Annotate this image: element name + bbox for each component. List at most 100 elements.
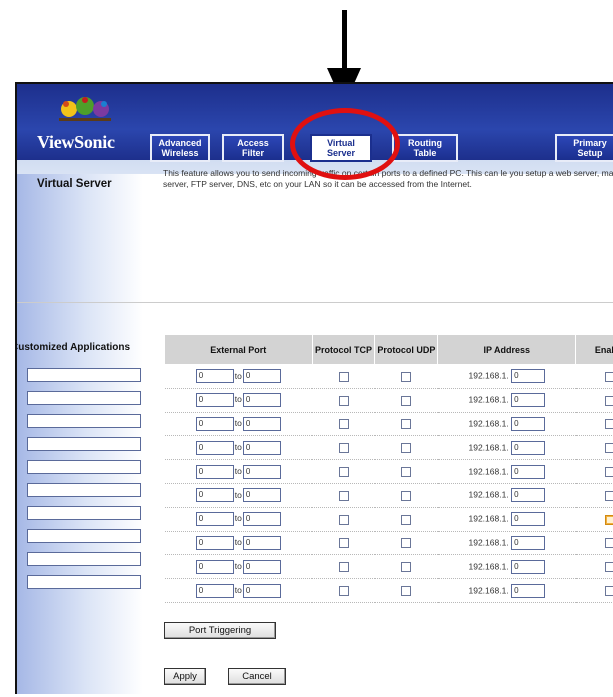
custom-app-input[interactable]: [27, 368, 141, 382]
ip-address-cell: 192.168.1. 0: [437, 435, 576, 461]
tab-access-filter[interactable]: Access Filter: [222, 134, 284, 162]
port-from-input[interactable]: 0: [195, 440, 234, 455]
custom-app-input[interactable]: [27, 575, 141, 589]
udp-checkbox[interactable]: [401, 585, 412, 596]
udp-checkbox[interactable]: [401, 419, 412, 430]
tcp-checkbox[interactable]: [338, 466, 349, 477]
port-to-input[interactable]: 0: [242, 583, 281, 598]
enable-checkbox[interactable]: [604, 490, 613, 501]
udp-checkbox[interactable]: [401, 538, 412, 549]
port-from-input[interactable]: 0: [195, 535, 234, 550]
udp-checkbox[interactable]: [401, 562, 412, 573]
ip-last-octet-input[interactable]: 0: [511, 488, 546, 503]
port-to-input[interactable]: 0: [242, 440, 281, 455]
port-from-input[interactable]: 0: [195, 393, 234, 408]
port-to-input[interactable]: 0: [242, 488, 281, 503]
enable-checkbox[interactable]: [604, 419, 613, 430]
tcp-checkbox[interactable]: [338, 395, 349, 406]
enable-checkbox[interactable]: [604, 538, 613, 549]
port-from-input[interactable]: 0: [195, 559, 234, 574]
port-from-input[interactable]: 0: [195, 416, 234, 431]
ip-address-cell: 192.168.1. 0: [437, 388, 576, 413]
port-from-input[interactable]: 0: [195, 512, 234, 527]
annotation-arrow-shaft: [342, 10, 347, 70]
udp-checkbox[interactable]: [401, 443, 412, 454]
port-to-input[interactable]: 0: [242, 416, 281, 431]
udp-checkbox[interactable]: [401, 371, 412, 382]
udp-cell: [374, 412, 438, 437]
tcp-checkbox[interactable]: [338, 490, 349, 501]
udp-checkbox[interactable]: [401, 490, 412, 501]
ip-last-octet-input[interactable]: 0: [511, 583, 546, 598]
port-from-input[interactable]: 0: [195, 488, 234, 503]
port-to-input[interactable]: 0: [242, 535, 281, 550]
port-to-input[interactable]: 0: [242, 464, 281, 479]
sidebar-gradient: [17, 174, 143, 694]
table-row: 0 to 0 192.168.1. 0: [164, 578, 613, 603]
birds-logo-icon: [59, 97, 111, 121]
tcp-checkbox[interactable]: [338, 371, 349, 382]
ip-last-octet-input[interactable]: 0: [511, 393, 546, 408]
ip-last-octet-input[interactable]: 0: [511, 559, 546, 574]
tcp-checkbox[interactable]: [338, 514, 349, 525]
udp-checkbox[interactable]: [401, 514, 412, 525]
tab-routing-table[interactable]: Routing Table: [392, 134, 458, 162]
custom-app-input[interactable]: [27, 483, 141, 497]
ip-prefix: 192.168.1.: [468, 442, 509, 453]
custom-app-input[interactable]: [27, 529, 141, 543]
tcp-cell: [312, 388, 375, 413]
section-divider: [17, 302, 613, 303]
ip-last-octet-input[interactable]: 0: [511, 440, 546, 455]
port-to-input[interactable]: 0: [242, 393, 281, 408]
table-row: 0 to 0 192.168.1. 0: [164, 531, 613, 556]
col-external-port: External Port: [164, 334, 313, 365]
tcp-checkbox[interactable]: [338, 443, 349, 454]
ip-prefix: 192.168.1.: [468, 370, 509, 381]
port-to-input[interactable]: 0: [242, 369, 281, 384]
enable-cell: [575, 388, 613, 413]
port-to-input[interactable]: 0: [242, 559, 281, 574]
ip-address-cell: 192.168.1. 0: [437, 483, 576, 508]
port-from-input[interactable]: 0: [195, 583, 234, 598]
ip-last-octet-input[interactable]: 0: [511, 416, 546, 431]
tab-advanced-wireless[interactable]: Advanced Wireless: [150, 134, 210, 162]
port-from-input[interactable]: 0: [195, 369, 234, 384]
tcp-checkbox[interactable]: [338, 419, 349, 430]
enable-cell: [575, 483, 613, 508]
udp-cell: [374, 459, 438, 484]
cancel-button[interactable]: Cancel: [228, 668, 286, 685]
external-port-cell: 0 to 0: [164, 578, 313, 603]
tcp-checkbox[interactable]: [338, 562, 349, 573]
udp-checkbox[interactable]: [401, 395, 412, 406]
custom-app-input[interactable]: [27, 414, 141, 428]
custom-app-input[interactable]: [27, 391, 141, 405]
apply-button[interactable]: Apply: [164, 668, 206, 685]
custom-app-input[interactable]: [27, 437, 141, 451]
ip-last-octet-input[interactable]: 0: [511, 464, 546, 479]
col-enable: Enable: [575, 334, 613, 365]
enable-checkbox[interactable]: [604, 514, 613, 525]
custom-app-input[interactable]: [27, 460, 141, 474]
port-triggering-button[interactable]: Port Triggering: [164, 622, 276, 639]
virtual-server-table: External Port Protocol TCP Protocol UDP …: [164, 334, 613, 603]
tcp-checkbox[interactable]: [338, 538, 349, 549]
to-label: to: [234, 561, 242, 572]
ip-last-octet-input[interactable]: 0: [511, 535, 546, 550]
enable-checkbox[interactable]: [604, 443, 613, 454]
ip-address-cell: 192.168.1. 0: [437, 459, 576, 484]
tcp-checkbox[interactable]: [338, 585, 349, 596]
enable-checkbox[interactable]: [604, 466, 613, 477]
custom-app-input[interactable]: [27, 552, 141, 566]
to-label: to: [234, 418, 242, 429]
port-from-input[interactable]: 0: [195, 464, 234, 479]
ip-last-octet-input[interactable]: 0: [511, 369, 546, 384]
custom-app-input[interactable]: [27, 506, 141, 520]
enable-checkbox[interactable]: [604, 562, 613, 573]
udp-checkbox[interactable]: [401, 466, 412, 477]
tab-primary-setup[interactable]: Primary Setup: [555, 134, 613, 162]
ip-last-octet-input[interactable]: 0: [511, 512, 546, 527]
port-to-input[interactable]: 0: [242, 512, 281, 527]
enable-checkbox[interactable]: [604, 371, 613, 382]
enable-checkbox[interactable]: [604, 395, 613, 406]
enable-checkbox[interactable]: [604, 585, 613, 596]
